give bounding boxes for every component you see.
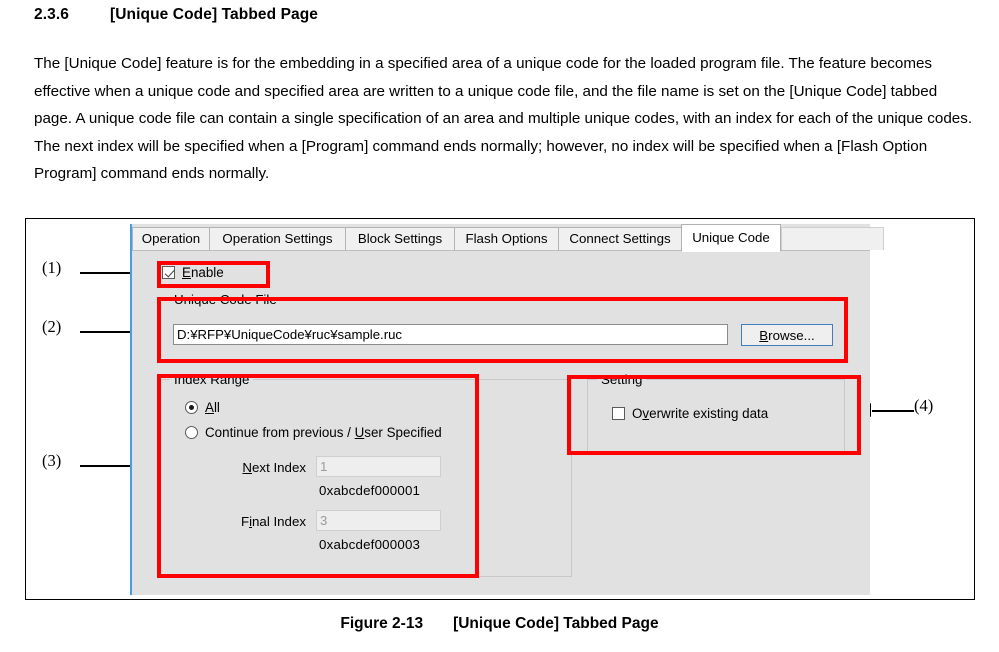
radio-continue-label-pre: Continue from previous / <box>205 425 355 440</box>
tab-connect-settings[interactable]: Connect Settings <box>558 227 682 250</box>
callout-3-label: (3) <box>42 451 62 470</box>
final-index-label: Final Index <box>201 514 306 529</box>
tab-label: Connect Settings <box>569 231 671 246</box>
unique-code-dialog: Operation Operation Settings Block Setti… <box>130 224 884 595</box>
next-index-label: Next Index <box>201 460 306 475</box>
callout-2-arrow-line <box>80 331 132 334</box>
callout-3-arrow-line <box>80 465 132 468</box>
next-index-label-rest: ext Index <box>252 460 306 475</box>
tab-block-settings[interactable]: Block Settings <box>345 227 455 250</box>
tab-label: Operation <box>141 231 201 246</box>
unique-code-file-group: Unique Code File D:¥RFP¥UniqueCode¥ruc¥s… <box>160 292 845 361</box>
callout-1-arrow-line <box>80 272 132 275</box>
setting-group-title: Setting <box>597 372 647 387</box>
tab-flash-options[interactable]: Flash Options <box>454 227 559 250</box>
radio-continue-accel: U <box>354 425 365 440</box>
callout-4-label: (4) <box>914 396 934 415</box>
index-range-group-title: Index Range <box>170 372 254 387</box>
callout-1-label: (1) <box>42 258 62 277</box>
setting-group: Setting Overwrite existing data <box>587 372 845 454</box>
section-number: 2.3.6 <box>34 6 69 23</box>
overwrite-existing-data-checkbox[interactable]: Overwrite existing data <box>612 406 768 421</box>
final-index-label-pre: F <box>240 514 250 529</box>
tab-strip-filler <box>781 227 884 250</box>
unique-code-file-group-title: Unique Code File <box>170 292 281 307</box>
unique-code-file-path-input[interactable]: D:¥RFP¥UniqueCode¥ruc¥sample.ruc <box>173 324 728 345</box>
section-title: [Unique Code] Tabbed Page <box>110 6 319 23</box>
overwrite-label-rest: erwrite existing data <box>649 406 769 421</box>
radio-unselected-icon <box>185 426 198 439</box>
body-paragraph: The [Unique Code] feature is for the emb… <box>34 55 973 182</box>
tab-operation-settings[interactable]: Operation Settings <box>209 227 346 250</box>
tab-label: Operation Settings <box>222 231 333 246</box>
overwrite-checkbox-label: Overwrite existing data <box>632 406 768 421</box>
radio-all[interactable]: All <box>185 400 220 415</box>
enable-label-rest: nable <box>190 265 224 280</box>
tab-page-unique-code: Enable Unique Code File D:¥RFP¥UniqueCod… <box>132 251 870 595</box>
final-index-label-rest: nal Index <box>252 514 306 529</box>
browse-button[interactable]: Browse... <box>741 324 833 346</box>
radio-all-label: All <box>205 400 220 415</box>
radio-selected-icon <box>185 401 198 414</box>
radio-continue-label-rest: ser Specified <box>364 425 442 440</box>
browse-label-rest: rowse... <box>768 327 815 343</box>
enable-accel: E <box>182 265 191 280</box>
radio-continue-label: Continue from previous / User Specified <box>205 425 442 440</box>
enable-checkbox-label: Enable <box>182 265 224 280</box>
callout-4-arrow-line <box>872 410 914 413</box>
final-index-input[interactable]: 3 <box>316 510 441 531</box>
callout-2-label: (2) <box>42 317 62 336</box>
tab-label: Flash Options <box>465 231 548 246</box>
checkbox-check-icon <box>162 266 175 279</box>
radio-continue-from-previous[interactable]: Continue from previous / User Specified <box>185 425 442 440</box>
tab-operation[interactable]: Operation <box>132 227 210 250</box>
browse-button-label: Browse... <box>759 328 814 343</box>
figure-caption-label: Figure 2-13 <box>340 615 424 632</box>
index-range-group: Index Range All Continue from previous /… <box>160 372 572 577</box>
figure-caption: Figure 2-13 [Unique Code] Tabbed Page <box>0 615 999 633</box>
radio-all-label-rest: ll <box>213 400 220 415</box>
final-index-hex-value: 0xabcdef000003 <box>319 537 421 552</box>
radio-all-accel: A <box>205 400 214 415</box>
overwrite-label-pre: O <box>632 406 643 421</box>
page-title: 2.3.6 [Unique Code] Tabbed Page <box>34 6 318 24</box>
browse-accel: B <box>759 327 769 343</box>
tab-unique-code[interactable]: Unique Code <box>681 224 781 252</box>
figure-caption-title: [Unique Code] Tabbed Page <box>453 615 659 632</box>
tab-label: Unique Code <box>692 230 770 245</box>
next-index-accel: N <box>242 460 253 475</box>
next-index-hex-value: 0xabcdef000001 <box>319 483 421 498</box>
next-index-input[interactable]: 1 <box>316 456 441 477</box>
checkbox-empty-icon <box>612 407 625 420</box>
tab-label: Block Settings <box>357 231 443 246</box>
tab-strip: Operation Operation Settings Block Setti… <box>132 224 884 252</box>
enable-checkbox[interactable]: Enable <box>162 265 224 280</box>
